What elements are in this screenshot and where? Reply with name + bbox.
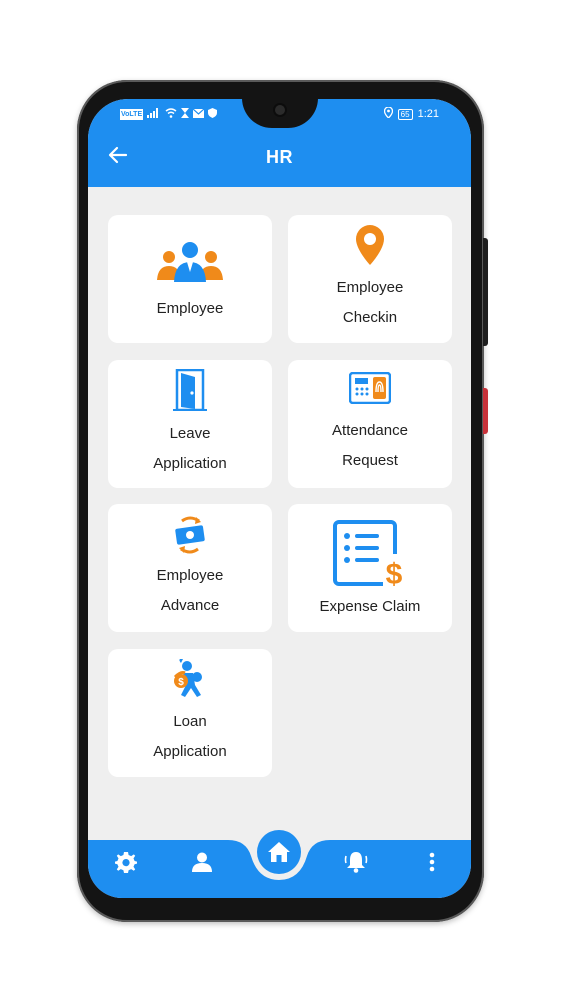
profile-icon [192, 852, 212, 872]
menu-card-employee-advance[interactable]: Employee Advance [108, 504, 272, 632]
menu-card-expense-claim[interactable]: $ Expense Claim [288, 504, 452, 632]
wifi-icon [165, 108, 177, 121]
menu-card-attendance-request[interactable]: Attendance Request [288, 360, 452, 488]
card-label-line2: Request [342, 452, 398, 469]
profile-button[interactable] [186, 846, 218, 878]
more-options-button[interactable] [416, 846, 448, 878]
employees-group-icon [157, 242, 223, 282]
status-icons-right: 65 1:21 [383, 106, 439, 121]
mail-icon [192, 108, 205, 121]
screen: VoLTE 65 1:21 HR Employee Employee Check… [88, 99, 471, 898]
settings-icon [115, 852, 137, 873]
volte-icon: VoLTE [120, 109, 144, 120]
location-icon [383, 106, 393, 121]
person-carrying-money-icon: $ [173, 659, 202, 697]
volume-button [483, 238, 488, 346]
menu-card-employee[interactable]: Employee [108, 215, 272, 343]
card-label-line2: Checkin [342, 309, 398, 326]
card-label-line1: Leave [169, 425, 211, 442]
card-label-line1: Employee [156, 300, 224, 317]
home-button[interactable] [257, 830, 301, 874]
more-icon [429, 852, 435, 872]
svg-text:$: $ [386, 558, 403, 590]
bottom-nav [88, 830, 471, 898]
menu-card-leave-application[interactable]: Leave Application [108, 360, 272, 488]
status-icons-left: VoLTE [120, 108, 218, 121]
card-label-line1: Attendance [332, 422, 408, 439]
camera-notch [241, 99, 318, 128]
card-label-line1: Employee [156, 567, 224, 584]
home-icon [268, 842, 290, 862]
shield-icon [208, 108, 218, 121]
location-pin-icon [356, 225, 384, 265]
power-button [483, 388, 488, 434]
menu-card-employee-checkin[interactable]: Employee Checkin [288, 215, 452, 343]
signal-icon [147, 108, 161, 121]
card-label-line2: Application [153, 455, 227, 472]
front-camera [272, 103, 287, 117]
page-title: HR [266, 147, 293, 167]
expense-bill-icon: $ [333, 520, 405, 590]
notifications-button[interactable] [340, 846, 372, 878]
phone-frame: VoLTE 65 1:21 HR Employee Employee Check… [77, 80, 488, 922]
card-label-line2: Expense Claim [319, 598, 421, 615]
hourglass-icon [181, 108, 190, 121]
card-label-line1: Employee [336, 279, 404, 296]
card-label-line1: Loan [173, 713, 207, 730]
menu-card-loan-application[interactable]: $ Loan Application [108, 649, 272, 777]
settings-button[interactable] [110, 846, 142, 878]
clock: 1:21 [417, 108, 439, 120]
status-bar: VoLTE 65 1:21 [88, 99, 471, 129]
card-label-line2: Application [153, 743, 227, 760]
money-exchange-icon [175, 516, 205, 554]
battery-indicator: 65 [397, 108, 413, 120]
notifications-icon [344, 852, 368, 873]
card-label-line2: Advance [160, 597, 220, 614]
app-bar: HR [88, 129, 471, 187]
door-icon [173, 369, 207, 411]
fingerprint-device-icon [349, 372, 391, 404]
svg-text:$: $ [178, 677, 184, 688]
